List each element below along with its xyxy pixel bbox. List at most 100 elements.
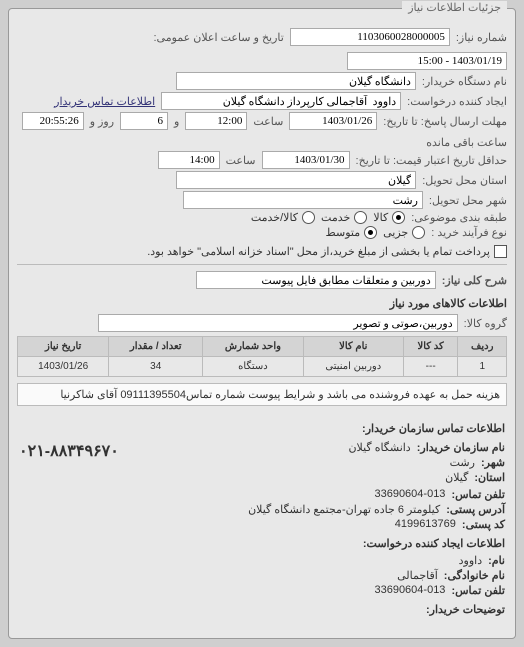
table-row[interactable]: 1 --- دوربین امنیتی دستگاه 34 1403/01/26	[18, 357, 507, 377]
contact-org-row: نام سازمان خریدار: دانشگاه گیلان	[119, 441, 505, 454]
checkbox-icon	[494, 245, 507, 258]
contact-city-label: شهر:	[481, 456, 505, 469]
deadline-label: مهلت ارسال پاسخ: تا تاریخ:	[383, 115, 507, 128]
table-header-row: ردیف کد کالا نام کالا واحد شمارش تعداد /…	[18, 337, 507, 357]
radio-service[interactable]: خدمت	[321, 211, 367, 224]
contact-address-row: آدرس پستی: کیلومتر 6 جاده تهران-مجتمع دا…	[19, 503, 505, 516]
row-province: استان محل تحویل:	[17, 171, 507, 189]
contact-phone-label: تلفن تماس:	[451, 488, 505, 501]
note-box: هزینه حمل به عهده فروشنده می باشد و شرای…	[17, 383, 507, 406]
group-input[interactable]	[98, 314, 458, 332]
opt-medium-label: متوسط	[326, 226, 361, 239]
row-general-desc: شرح کلی نیاز:	[17, 271, 507, 289]
th-unit: واحد شمارش	[203, 337, 304, 357]
contact-fname-row: نام: داوود	[19, 554, 505, 567]
radio-dot-icon	[364, 226, 377, 239]
org-value: دانشگاه گیلان	[348, 441, 410, 454]
radio-goods[interactable]: کالا	[373, 211, 405, 224]
radio-goods-service[interactable]: کالا/خدمت	[251, 211, 315, 224]
public-datetime-input[interactable]	[347, 52, 507, 70]
province-input[interactable]	[176, 171, 416, 189]
contact-cphone-row: تلفن تماس: 33690604-013	[19, 584, 505, 597]
org-label: نام سازمان خریدار:	[417, 441, 505, 454]
row-validity: حداقل تاریخ اعتبار قیمت: تا تاریخ: ساعت	[17, 151, 507, 169]
cphone-value: 33690604-013	[374, 584, 445, 597]
row-buyer-name: نام دستگاه خریدار:	[17, 72, 507, 90]
contact-phone-row: تلفن تماس: 33690604-013	[19, 488, 505, 501]
opt-service-label: خدمت	[321, 211, 350, 224]
creator-label: ایجاد کننده درخواست:	[407, 95, 507, 108]
buyer-desc-title: توضیحات خریدار:	[19, 603, 505, 616]
city-input[interactable]	[183, 191, 423, 209]
city-label: شهر محل تحویل:	[429, 194, 507, 207]
validity-date-input[interactable]	[262, 151, 350, 169]
buyer-name-label: نام دستگاه خریدار:	[422, 75, 507, 88]
radio-dot-icon	[302, 211, 315, 224]
row-group: گروه کالا:	[17, 314, 507, 332]
goods-section-title: اطلاعات کالاهای مورد نیاز	[17, 297, 507, 310]
public-datetime-label: تاریخ و ساعت اعلان عمومی:	[153, 31, 283, 44]
row-deadline: مهلت ارسال پاسخ: تا تاریخ: ساعت و روز و …	[17, 112, 507, 149]
contact-province-label: استان:	[474, 471, 505, 484]
contact-section-title: اطلاعات تماس سازمان خریدار:	[19, 422, 505, 435]
contact-city-value: رشت	[450, 456, 475, 469]
request-no-input[interactable]	[290, 28, 450, 46]
th-date: تاریخ نیاز	[18, 337, 109, 357]
hours-remain-input[interactable]	[22, 112, 84, 130]
contact-city-row: شهر: رشت	[119, 456, 505, 469]
checkbox-treasury[interactable]: پرداخت تمام یا بخشی از مبلغ خرید،از محل …	[147, 245, 507, 258]
goods-table: ردیف کد کالا نام کالا واحد شمارش تعداد /…	[17, 336, 507, 377]
row-creator: ایجاد کننده درخواست: اطلاعات تماس خریدار	[17, 92, 507, 110]
contact-province-row: استان: گیلان	[119, 471, 505, 484]
hours-remain-label: ساعت باقی مانده	[426, 136, 507, 149]
contact-postal-value: 4199613769	[395, 518, 456, 531]
days-remain-input[interactable]	[120, 112, 168, 130]
cell-name: دوربین امنیتی	[303, 357, 403, 377]
contact-province-value: گیلان	[445, 471, 468, 484]
cell-row: 1	[458, 357, 507, 377]
opt-goods-label: کالا	[373, 211, 388, 224]
th-code: کد کالا	[403, 337, 458, 357]
th-name: نام کالا	[303, 337, 403, 357]
deadline-date-input[interactable]	[289, 112, 377, 130]
fname-label: نام:	[488, 554, 505, 567]
th-qty: تعداد / مقدار	[109, 337, 203, 357]
row-city: شهر محل تحویل:	[17, 191, 507, 209]
contact-block: اطلاعات تماس سازمان خریدار: نام سازمان خ…	[17, 414, 507, 628]
validity-label: حداقل تاریخ اعتبار قیمت: تا تاریخ:	[356, 154, 507, 167]
request-no-label: شماره نیاز:	[456, 31, 507, 44]
row-purchase-type: نوع فرآیند خرید : جزیی متوسط پرداخت تمام…	[17, 226, 507, 258]
general-desc-input[interactable]	[196, 271, 436, 289]
deadline-time-input[interactable]	[185, 112, 247, 130]
radio-dot-icon	[354, 211, 367, 224]
purchase-note-label: پرداخت تمام یا بخشی از مبلغ خرید،از محل …	[147, 245, 490, 258]
buyer-name-input[interactable]	[176, 72, 416, 90]
radio-dot-icon	[412, 226, 425, 239]
opt-goods-service-label: کالا/خدمت	[251, 211, 298, 224]
item-type-label: طبقه بندی موضوعی:	[411, 211, 507, 224]
buyer-contact-link[interactable]: اطلاعات تماس خریدار	[54, 95, 155, 108]
row-request-no: شماره نیاز: تاریخ و ساعت اعلان عمومی:	[17, 28, 507, 70]
and-label: و	[174, 115, 179, 128]
th-row: ردیف	[458, 337, 507, 357]
details-panel: جزئیات اطلاعات نیاز شماره نیاز: تاریخ و …	[8, 8, 516, 639]
day-label: روز و	[90, 115, 114, 128]
contact-postal-row: کد پستی: 4199613769	[19, 518, 505, 531]
cphone-label: تلفن تماس:	[451, 584, 505, 597]
radio-dot-icon	[392, 211, 405, 224]
cell-date: 1403/01/26	[18, 357, 109, 377]
time-label-2: ساعت	[226, 154, 256, 167]
radio-medium[interactable]: متوسط	[326, 226, 378, 239]
validity-time-input[interactable]	[158, 151, 220, 169]
contact-address-value: کیلومتر 6 جاده تهران-مجتمع دانشگاه گیلان	[248, 503, 440, 516]
row-item-type: طبقه بندی موضوعی: کالا خدمت کالا/خدمت	[17, 211, 507, 224]
creator-input[interactable]	[161, 92, 401, 110]
cell-unit: دستگاه	[203, 357, 304, 377]
province-label: استان محل تحویل:	[422, 174, 507, 187]
creator-section-title: اطلاعات ایجاد کننده درخواست:	[19, 537, 505, 550]
opt-small-label: جزیی	[383, 226, 408, 239]
contact-phone-value: 33690604-013	[374, 488, 445, 501]
group-label: گروه کالا:	[464, 317, 507, 330]
radio-small[interactable]: جزیی	[383, 226, 425, 239]
purchase-type-label: نوع فرآیند خرید :	[431, 226, 507, 239]
